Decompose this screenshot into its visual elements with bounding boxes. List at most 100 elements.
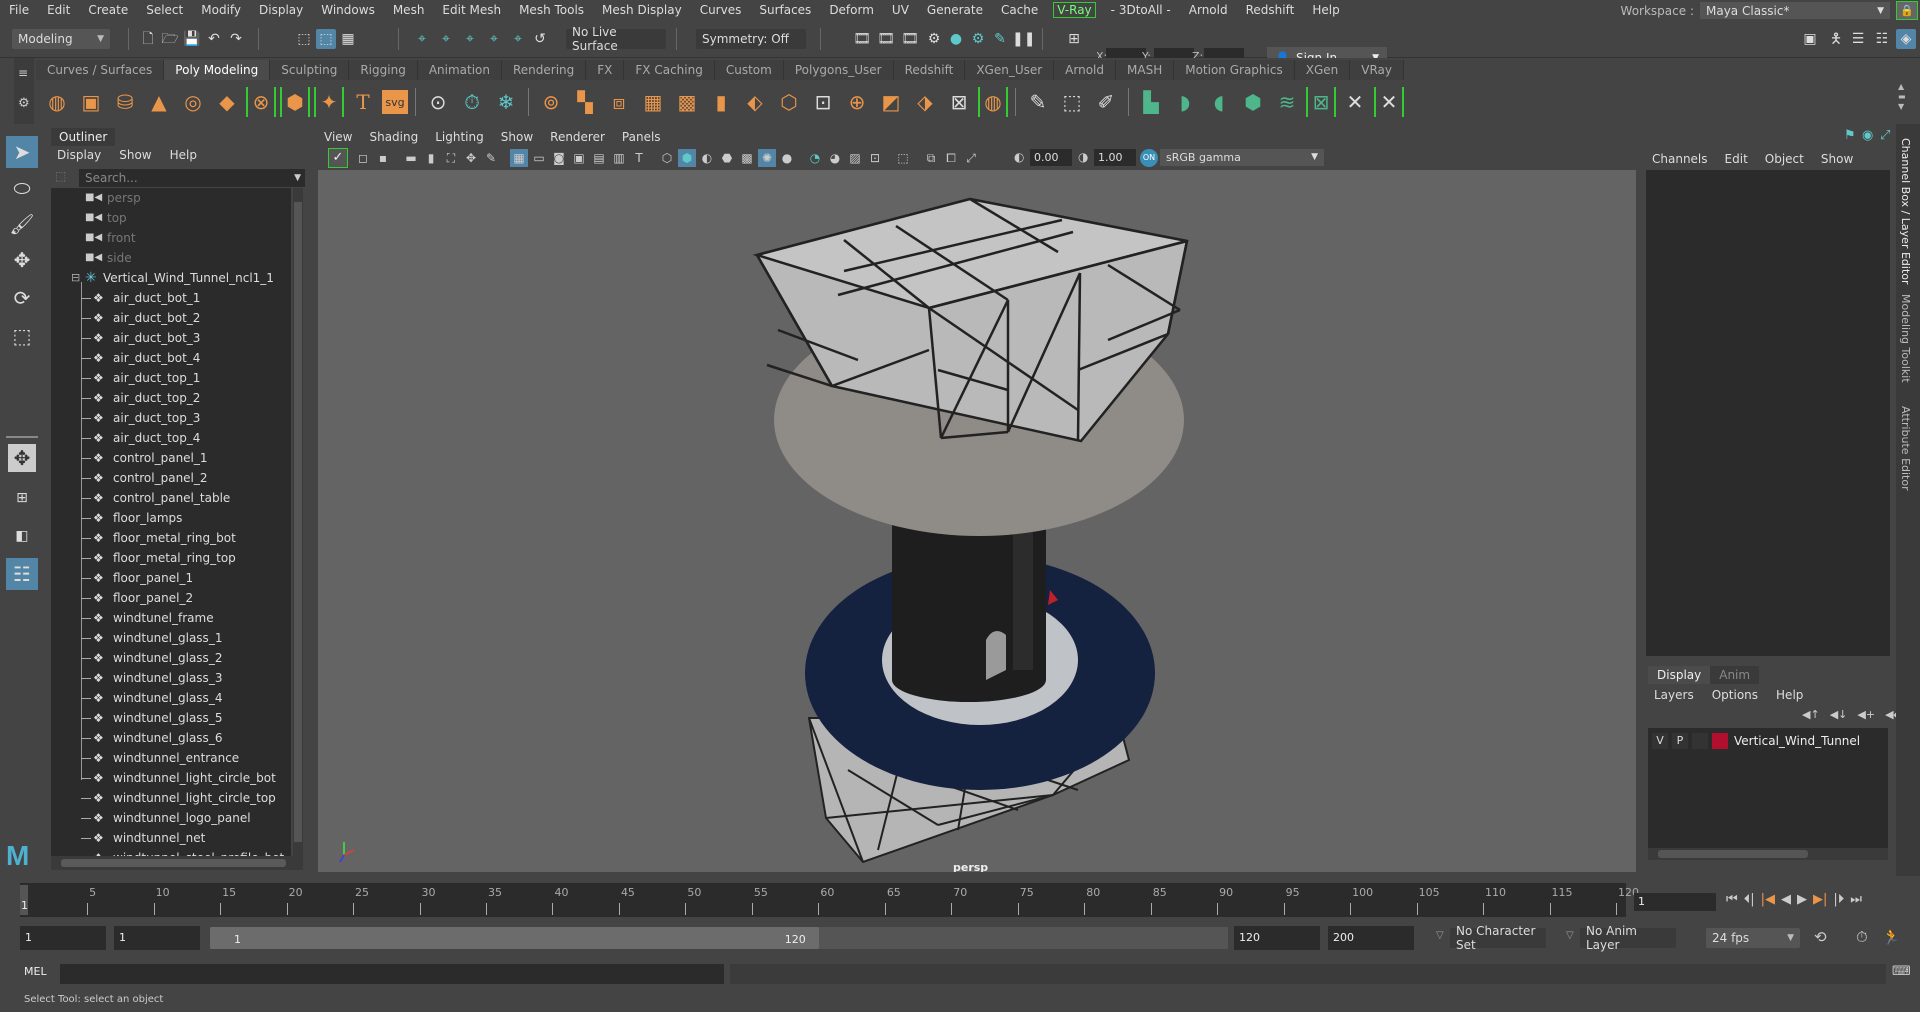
super-shape-icon[interactable]: ✦ <box>314 87 344 117</box>
outliner-item[interactable]: ❖ air_duct_bot_2 <box>51 308 291 328</box>
target-weld-icon[interactable]: ◩ <box>876 87 906 117</box>
play-forwards-icon[interactable]: ▶ <box>1797 892 1807 907</box>
outliner-menu-display[interactable]: Display <box>57 148 101 162</box>
select-tool-icon[interactable]: ➤ <box>6 136 38 168</box>
shelf-tab-arnold[interactable]: Arnold <box>1054 60 1117 80</box>
use-all-lights-icon[interactable]: ✺ <box>758 149 776 167</box>
spherical-mapping-icon[interactable]: ◖ <box>1204 87 1234 117</box>
menu-edit-mesh[interactable]: Edit Mesh <box>433 3 510 17</box>
poly-cylinder-icon[interactable]: ⛁ <box>110 87 140 117</box>
snap-curve-icon[interactable]: ⌖ <box>436 29 456 49</box>
resolution-gate-icon[interactable]: ◙ <box>550 149 568 167</box>
auto-key-icon[interactable]: ⏱ <box>1856 928 1868 946</box>
ipr-render-icon[interactable]: 🎞 <box>900 29 920 49</box>
snap-view-plane-icon[interactable]: ⌖ <box>484 29 504 49</box>
filter-icon[interactable]: ⬚ <box>55 169 73 187</box>
layer-display-type-toggle[interactable] <box>1692 733 1708 749</box>
insert-edge-loop-icon[interactable]: ⊠ <box>944 87 974 117</box>
outliner-item[interactable]: ❖ floor_metal_ring_bot <box>51 528 291 548</box>
outliner-item[interactable]: ❖ air_duct_top_1 <box>51 368 291 388</box>
lasso-tool-icon[interactable]: ⬭ <box>6 172 38 204</box>
default-material-icon[interactable]: ◐ <box>698 149 716 167</box>
history-icon[interactable]: ⏱ <box>457 87 487 117</box>
chevron-down-icon[interactable]: ▼ <box>294 169 301 187</box>
transform-input-icon[interactable]: ⊞ <box>1064 29 1084 49</box>
menu-create[interactable]: Create <box>79 3 137 17</box>
side-tab-attribute-editor[interactable]: Attribute Editor <box>1899 406 1912 491</box>
menu-help[interactable]: Help <box>1303 3 1348 17</box>
character-set-icon[interactable]: ▽ <box>1436 930 1444 941</box>
playback-start-field[interactable]: 1 <box>114 926 200 950</box>
script-editor-icon[interactable]: ⌨ <box>1892 964 1911 979</box>
automatic-mapping-icon[interactable]: ⬢ <box>1238 87 1268 117</box>
shelf-tab-sculpting[interactable]: Sculpting <box>270 60 350 80</box>
backface-culling-icon[interactable]: ⤢ <box>962 149 980 167</box>
outliner-item[interactable]: ❖ windtunel_glass_6 <box>51 728 291 748</box>
shelf-tab-fx[interactable]: FX <box>586 60 625 80</box>
outliner-root-item[interactable]: ⊟ ✳ Vertical_Wind_Tunnel_ncl1_1 <box>51 268 291 288</box>
image-plane-icon[interactable]: ⛶ <box>442 149 460 167</box>
render-settings-icon[interactable]: ⚙ <box>924 29 944 49</box>
shelf-tab-mash[interactable]: MASH <box>1116 60 1175 80</box>
shelf-tab-xgen[interactable]: XGen <box>1294 60 1351 80</box>
color-space-dropdown[interactable]: sRGB gamma ▼ <box>1160 149 1324 166</box>
sweep-mesh-icon[interactable]: ⊙ <box>423 87 453 117</box>
channel-box-attribute-icon[interactable]: ⚑ <box>1844 128 1856 143</box>
current-time-marker[interactable]: 1 <box>20 885 28 915</box>
move-layer-up-icon[interactable]: ◀↑ <box>1802 708 1820 721</box>
channel-box-menu-show[interactable]: Show <box>1821 152 1853 166</box>
shelf-tab-polygons-user[interactable]: Polygons_User <box>783 60 894 80</box>
redo-icon[interactable]: ↷ <box>226 29 246 49</box>
gate-mask-icon[interactable]: ▣ <box>570 149 588 167</box>
snap-point-icon[interactable]: ⌖ <box>460 29 480 49</box>
outliner-item[interactable]: ❖ windtunel_glass_4 <box>51 688 291 708</box>
film-gate-icon[interactable]: ▭ <box>530 149 548 167</box>
menu-windows[interactable]: Windows <box>312 3 384 17</box>
shelf-tab-poly-modeling[interactable]: Poly Modeling <box>164 60 271 80</box>
contour-stretch-icon[interactable]: ≋ <box>1272 87 1302 117</box>
outliner-item[interactable]: ❖ windtunel_frame <box>51 608 291 628</box>
open-scene-icon[interactable]: 🗁 <box>160 29 180 49</box>
platonic-solid-icon[interactable]: ⬢ <box>280 87 310 117</box>
layer-playback-toggle[interactable]: P <box>1672 733 1688 749</box>
menu-3dtoall[interactable]: - 3DtoAll - <box>1102 3 1180 17</box>
viewport-menu-panels[interactable]: Panels <box>622 130 661 144</box>
viewport-menu-lighting[interactable]: Lighting <box>435 130 484 144</box>
svg-tool-icon[interactable]: svg <box>382 90 408 114</box>
outliner-camera-item[interactable]: ■◀ persp <box>51 188 291 208</box>
poly-torus-icon[interactable]: ◎ <box>178 87 208 117</box>
safe-action-icon[interactable]: ▥ <box>610 149 628 167</box>
scale-tool-icon[interactable]: ⬚ <box>6 320 38 352</box>
move-tool-icon[interactable]: ✥ <box>6 244 38 276</box>
channel-box-menu-object[interactable]: Object <box>1765 152 1804 166</box>
render-view-icon[interactable]: 🎞 <box>852 29 872 49</box>
smooth-shade-icon[interactable]: ⬢ <box>678 149 696 167</box>
outliner-item[interactable]: ❖ windtunel_glass_2 <box>51 648 291 668</box>
wireframe-on-shaded-icon[interactable]: ⬣ <box>718 149 736 167</box>
menu-select[interactable]: Select <box>137 3 192 17</box>
scroll-thumb[interactable] <box>1658 850 1808 858</box>
remesh-icon[interactable]: ▩ <box>672 87 702 117</box>
anim-layer-dropdown[interactable]: No Anim Layer <box>1580 924 1676 952</box>
light-editor-icon[interactable]: ✎ <box>990 29 1010 49</box>
outliner-item[interactable]: ❖ floor_lamps <box>51 508 291 528</box>
cut-uv-icon[interactable]: ✕ <box>1340 87 1370 117</box>
cylindrical-mapping-icon[interactable]: ◗ <box>1170 87 1200 117</box>
four-view-layout-icon[interactable]: ⊞ <box>6 482 38 514</box>
render-setup-icon[interactable]: ⚙ <box>968 29 988 49</box>
viewport-menu-shading[interactable]: Shading <box>369 130 418 144</box>
smooth-icon[interactable]: ▦ <box>638 87 668 117</box>
shelf-tab-rendering[interactable]: Rendering <box>502 60 587 80</box>
viewport-menu-show[interactable]: Show <box>501 130 533 144</box>
menu-mesh[interactable]: Mesh <box>384 3 434 17</box>
outliner-item[interactable]: ❖ control_panel_2 <box>51 468 291 488</box>
outliner-horizontal-scrollbar[interactable] <box>51 856 303 870</box>
paint-select-tool-icon[interactable]: 🖌 <box>6 208 38 240</box>
sew-uv-icon[interactable]: ✕ <box>1374 87 1404 117</box>
layer-list-scrollbar[interactable] <box>1648 848 1888 860</box>
planar-mapping-icon[interactable]: ▙ <box>1136 87 1166 117</box>
layer-menu-help[interactable]: Help <box>1776 688 1803 702</box>
play-backwards-icon[interactable]: ◀ <box>1781 892 1791 907</box>
menu-uv[interactable]: UV <box>883 3 918 17</box>
step-back-frame-icon[interactable]: |◀ <box>1761 892 1775 907</box>
